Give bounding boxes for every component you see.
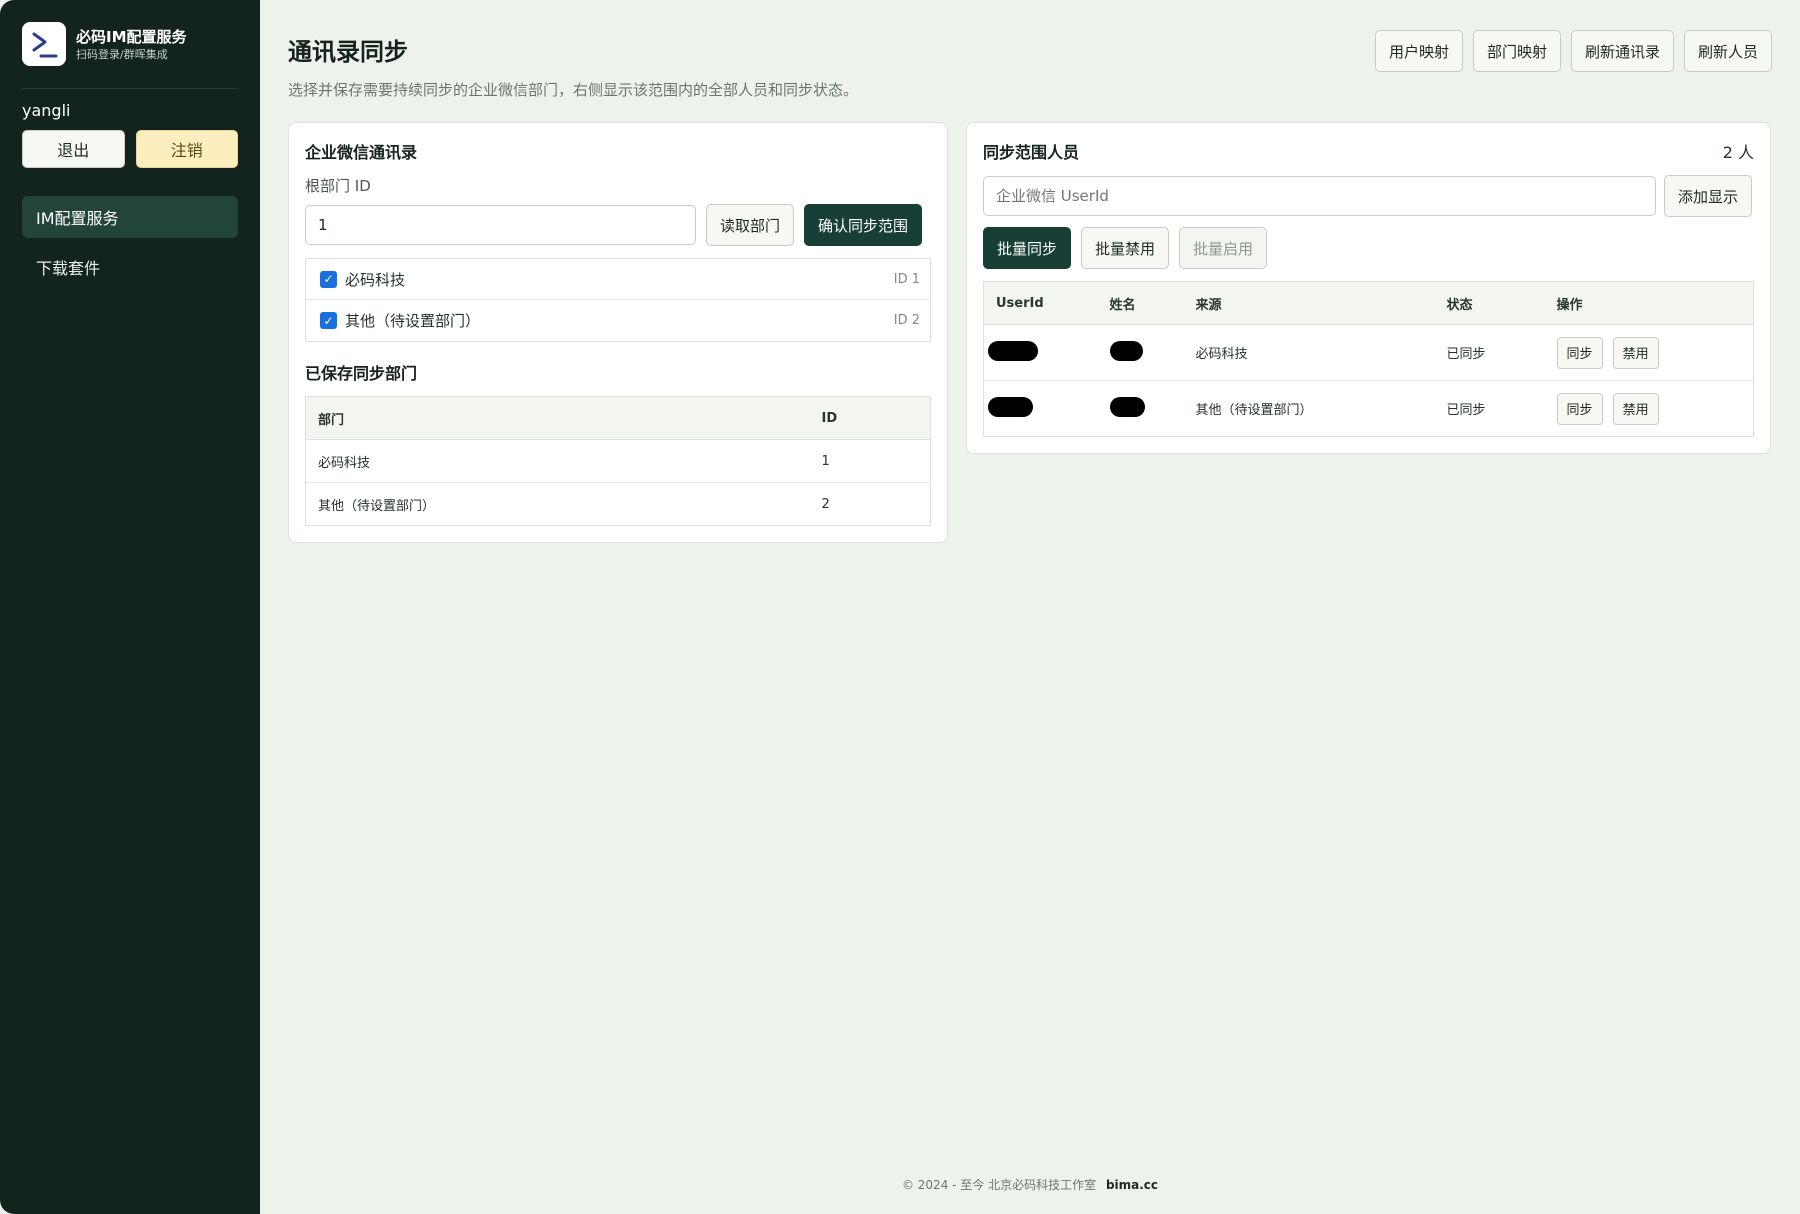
checkbox-checked-icon[interactable]: ✓ (320, 312, 337, 329)
dept-name: 必码科技 (345, 270, 406, 289)
page-heading: 通讯录同步 选择并保存需要持续同步的企业微信部门，右侧显示该范围内的全部人员和同… (288, 30, 858, 100)
people-count: 2 人 (1722, 143, 1754, 162)
sidebar-item-download-kit[interactable]: 下载套件 (22, 246, 238, 288)
redacted-name (1109, 396, 1145, 417)
root-dept-value: 1 (318, 216, 328, 234)
root-dept-input[interactable]: 1 (305, 205, 696, 245)
page-header: 通讯录同步 选择并保存需要持续同步的企业微信部门，右侧显示该范围内的全部人员和同… (288, 30, 1772, 100)
refresh-contacts-button[interactable]: 刷新通讯录 (1570, 30, 1674, 72)
sidebar-item-label: 下载套件 (36, 259, 101, 278)
sidebar-item-im-config[interactable]: IM配置服务 (22, 196, 238, 238)
people-panel-header: 同步范围人员 2 人 (983, 139, 1754, 163)
userid-row: 添加显示 (983, 175, 1754, 217)
sidebar-nav: IM配置服务 下载套件 (22, 196, 238, 288)
people-panel-title: 同步范围人员 (983, 143, 1080, 162)
contacts-panel: 企业微信通讯录 根部门 ID 1 读取部门 确认同步范围 ✓ 必码科技 ID 1 (288, 122, 948, 543)
sidebar-item-label: IM配置服务 (36, 209, 119, 228)
sync-button[interactable]: 同步 (1556, 392, 1603, 425)
cell-name (1097, 324, 1184, 381)
batch-actions: 批量同步 批量禁用 批量启用 (983, 227, 1754, 269)
column-header-status: 状态 (1434, 281, 1545, 325)
people-table: UserId 姓名 来源 状态 操作 必码科技 已同步 同步 禁用 其他（待设置… (983, 281, 1754, 437)
table-row: 必码科技 1 (305, 439, 931, 483)
column-header-dept: 部门 (305, 396, 810, 440)
people-panel: 同步范围人员 2 人 添加显示 批量同步 批量禁用 批量启用 UserId (966, 122, 1771, 454)
dept-id: ID 2 (893, 313, 920, 328)
contacts-panel-title: 企业微信通讯录 (305, 143, 418, 162)
cell-userid (984, 381, 1098, 437)
read-dept-button[interactable]: 读取部门 (706, 204, 795, 246)
footer-text: © 2024 - 至今 北京必码科技工作室 (901, 1178, 1097, 1192)
panels: 企业微信通讯录 根部门 ID 1 读取部门 确认同步范围 ✓ 必码科技 ID 1 (288, 122, 1772, 543)
column-header-actions: 操作 (1544, 281, 1754, 325)
dept-list: ✓ 必码科技 ID 1 ✓ 其他（待设置部门） ID 2 (305, 258, 931, 342)
footer: © 2024 - 至今 北京必码科技工作室 bima.cc (260, 1176, 1800, 1193)
app-root: 必码IM配置服务 扫码登录/群晖集成 yangli 退出 注销 IM配置服务 下… (0, 0, 1800, 1214)
column-header-source: 来源 (1183, 281, 1435, 325)
cell-dept: 必码科技 (305, 439, 810, 483)
redacted-userid (988, 340, 1038, 361)
cell-status: 已同步 (1446, 403, 1486, 418)
dept-name: 其他（待设置部门） (345, 312, 481, 330)
sidebar: 必码IM配置服务 扫码登录/群晖集成 yangli 退出 注销 IM配置服务 下… (0, 0, 260, 1214)
page-description: 选择并保存需要持续同步的企业微信部门，右侧显示该范围内的全部人员和同步状态。 (288, 81, 859, 99)
user-actions: 退出 注销 (22, 130, 238, 168)
main-content: 通讯录同步 选择并保存需要持续同步的企业微信部门，右侧显示该范围内的全部人员和同… (260, 0, 1800, 1214)
brand-subtitle: 扫码登录/群晖集成 (76, 47, 168, 61)
logout-button[interactable]: 退出 (22, 130, 125, 168)
cell-id: 1 (809, 439, 931, 483)
brand-text: 必码IM配置服务 扫码登录/群晖集成 (76, 27, 187, 62)
disable-button[interactable]: 禁用 (1612, 392, 1659, 425)
cell-id: 2 (821, 496, 830, 512)
cell-dept: 其他（待设置部门） (318, 498, 436, 514)
saved-depts-table: 部门 ID 必码科技 1 其他（待设置部门） 2 (305, 396, 931, 526)
terminal-prompt-icon (22, 22, 66, 66)
batch-sync-button[interactable]: 批量同步 (983, 227, 1072, 269)
table-row: 其他（待设置部门） 已同步 同步 禁用 (984, 381, 1754, 437)
root-dept-label: 根部门 ID (305, 177, 371, 195)
table-row: 必码科技 已同步 同步 禁用 (983, 324, 1754, 381)
column-header-name: 姓名 (1097, 281, 1184, 325)
cell-actions: 同步 禁用 (1544, 324, 1754, 381)
brand: 必码IM配置服务 扫码登录/群晖集成 (22, 22, 238, 89)
root-dept-row: 1 读取部门 确认同步范围 (305, 204, 931, 246)
cell-source: 其他（待设置部门） (1195, 403, 1313, 418)
redacted-userid (988, 396, 1033, 417)
cell-name (1098, 381, 1184, 437)
table-header-row: UserId 姓名 来源 状态 操作 (983, 281, 1754, 325)
page-title: 通讯录同步 (288, 38, 408, 66)
dept-id: ID 1 (893, 271, 920, 287)
add-display-button[interactable]: 添加显示 (1664, 175, 1753, 217)
table-row: 其他（待设置部门） 2 (306, 483, 931, 526)
userid-input[interactable] (983, 176, 1656, 216)
deregister-button[interactable]: 注销 (135, 130, 238, 168)
user-mapping-button[interactable]: 用户映射 (1374, 30, 1463, 72)
batch-enable-button[interactable]: 批量启用 (1179, 227, 1268, 269)
column-header-userid: UserId (983, 281, 1098, 325)
sync-button[interactable]: 同步 (1556, 336, 1603, 369)
redacted-name (1109, 340, 1143, 361)
brand-title: 必码IM配置服务 (76, 27, 187, 46)
table-header-row: 部门 ID (305, 396, 931, 440)
list-item[interactable]: ✓ 必码科技 ID 1 (306, 259, 930, 300)
cell-source: 必码科技 (1183, 324, 1435, 381)
cell-actions: 同步 禁用 (1545, 381, 1754, 437)
cell-status: 已同步 (1434, 324, 1545, 381)
list-item[interactable]: ✓ 其他（待设置部门） ID 2 (306, 300, 930, 341)
cell-userid (983, 324, 1098, 381)
checkbox-checked-icon[interactable]: ✓ (320, 270, 337, 288)
batch-disable-button[interactable]: 批量禁用 (1081, 227, 1170, 269)
confirm-scope-button[interactable]: 确认同步范围 (804, 204, 923, 246)
header-actions: 用户映射 部门映射 刷新通讯录 刷新人员 (1374, 30, 1772, 72)
saved-depts-title: 已保存同步部门 (305, 364, 418, 383)
dept-mapping-button[interactable]: 部门映射 (1472, 30, 1561, 72)
disable-button[interactable]: 禁用 (1612, 336, 1659, 369)
footer-link[interactable]: bima.cc (1106, 1178, 1158, 1192)
refresh-people-button[interactable]: 刷新人员 (1683, 30, 1772, 72)
column-header-id: ID (809, 396, 931, 440)
user-name: yangli (22, 101, 71, 120)
